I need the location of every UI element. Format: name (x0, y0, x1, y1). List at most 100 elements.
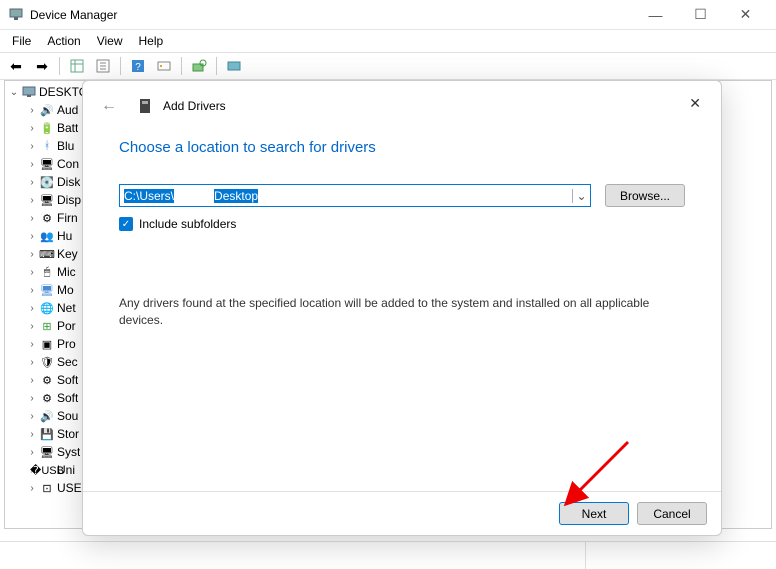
tree-item-label: Soft (57, 391, 78, 405)
device-category-icon: ⊞ (39, 318, 55, 334)
forward-icon[interactable]: ➡ (30, 54, 54, 78)
path-combobox[interactable]: C:\Users\ Desktop ⌄ (119, 184, 591, 207)
chevron-right-icon[interactable]: › (25, 123, 39, 134)
tree-item-label: USE (57, 481, 82, 495)
tree-item-label: Blu (57, 139, 74, 153)
menu-file[interactable]: File (4, 32, 39, 50)
device-category-icon: ⚙ (39, 372, 55, 388)
chevron-right-icon[interactable]: › (25, 177, 39, 188)
tree-item-label: Pro (57, 337, 76, 351)
chevron-right-icon[interactable]: › (25, 321, 39, 332)
device-category-icon: 🛡 (39, 354, 55, 370)
chevron-right-icon[interactable]: › (25, 393, 39, 404)
chevron-right-icon[interactable]: › (25, 357, 39, 368)
device-category-icon: 👥 (39, 228, 55, 244)
chevron-right-icon[interactable]: › (25, 429, 39, 440)
minimize-button[interactable]: — (633, 0, 678, 30)
tree-item-label: Hu (57, 229, 72, 243)
scan-icon[interactable] (187, 54, 211, 78)
app-icon (8, 7, 24, 23)
device-category-icon: 🖥 (39, 282, 55, 298)
tree-item-label: Net (57, 301, 76, 315)
dialog-heading: Choose a location to search for drivers (119, 139, 685, 156)
tree-item-label: Sou (57, 409, 78, 423)
driver-icon (137, 98, 153, 114)
device-category-icon: ⌨ (39, 246, 55, 262)
chevron-right-icon[interactable]: › (25, 447, 39, 458)
tree-item-label: Firn (57, 211, 78, 225)
browse-button[interactable]: Browse... (605, 184, 685, 207)
chevron-right-icon[interactable]: › (25, 483, 39, 494)
chevron-right-icon[interactable]: › (25, 141, 39, 152)
tree-item-label: Aud (57, 103, 78, 117)
menu-help[interactable]: Help (131, 32, 172, 50)
window-title: Device Manager (30, 8, 633, 22)
menu-action[interactable]: Action (39, 32, 88, 50)
tree-item-label: Disp (57, 193, 81, 207)
chevron-right-icon[interactable]: › (25, 411, 39, 422)
device-category-icon: 🔊 (39, 102, 55, 118)
maximize-button[interactable]: ☐ (678, 0, 723, 30)
computer-icon (21, 84, 37, 100)
device-category-icon: ᚼ (39, 138, 55, 154)
tree-item-label: Key (57, 247, 78, 261)
device-category-icon: 🔊 (39, 408, 55, 424)
dialog-title: Add Drivers (163, 99, 226, 113)
tree-item-label: Batt (57, 121, 78, 135)
device-category-icon: 💽 (39, 174, 55, 190)
next-button[interactable]: Next (559, 502, 629, 525)
close-button[interactable]: ✕ (723, 0, 768, 30)
device-category-icon: �USB (39, 462, 55, 478)
device-category-icon: 🖥 (39, 444, 55, 460)
chevron-right-icon[interactable]: › (25, 213, 39, 224)
properties-icon[interactable] (91, 54, 115, 78)
menu-view[interactable]: View (89, 32, 131, 50)
dialog-close-icon[interactable]: ✕ (681, 91, 709, 116)
device-category-icon: ⚙ (39, 390, 55, 406)
back-icon[interactable]: ⬅ (4, 54, 28, 78)
separator (181, 57, 182, 75)
add-driver-icon[interactable] (222, 54, 246, 78)
device-category-icon: 🔋 (39, 120, 55, 136)
chevron-right-icon[interactable]: › (25, 285, 39, 296)
info-text: Any drivers found at the specified locat… (119, 295, 685, 329)
tree-item-label: Syst (57, 445, 80, 459)
tree-item-label: Por (57, 319, 76, 333)
svg-text:?: ? (135, 62, 141, 73)
chevron-down-icon[interactable]: ⌄ (7, 87, 21, 98)
tree-item-label: Disk (57, 175, 80, 189)
device-category-icon: 💾 (39, 426, 55, 442)
help-icon[interactable]: ? (126, 54, 150, 78)
device-category-icon: ⚙ (39, 210, 55, 226)
device-category-icon: 🖱 (39, 264, 55, 280)
chevron-right-icon[interactable]: › (25, 303, 39, 314)
tree-item-label: Mo (57, 283, 74, 297)
tree-item-label: Uni (57, 463, 75, 477)
action-icon[interactable] (152, 54, 176, 78)
chevron-right-icon[interactable]: › (25, 195, 39, 206)
chevron-right-icon[interactable]: › (25, 267, 39, 278)
show-hidden-icon[interactable] (65, 54, 89, 78)
chevron-right-icon[interactable]: › (25, 105, 39, 116)
cancel-button[interactable]: Cancel (637, 502, 707, 525)
tree-item-label: Stor (57, 427, 79, 441)
chevron-right-icon[interactable]: › (25, 249, 39, 260)
separator (120, 57, 121, 75)
tree-root-label[interactable]: DESKTO (39, 85, 88, 99)
status-bar (0, 541, 776, 569)
device-category-icon: 🌐 (39, 300, 55, 316)
device-category-icon: 🖥 (39, 192, 55, 208)
separator (59, 57, 60, 75)
chevron-right-icon[interactable]: › (25, 159, 39, 170)
dialog-back-icon[interactable]: ← (101, 97, 117, 115)
path-segment: Desktop (214, 189, 258, 203)
chevron-right-icon[interactable]: › (25, 375, 39, 386)
separator (216, 57, 217, 75)
include-subfolders-checkbox[interactable]: ✓ (119, 217, 133, 231)
toolbar: ⬅ ➡ ? (0, 52, 776, 80)
chevron-right-icon[interactable]: › (25, 339, 39, 350)
titlebar: Device Manager — ☐ ✕ (0, 0, 776, 30)
chevron-right-icon[interactable]: › (25, 231, 39, 242)
chevron-down-icon[interactable]: ⌄ (572, 189, 590, 203)
device-category-icon: ⊡ (39, 480, 55, 496)
